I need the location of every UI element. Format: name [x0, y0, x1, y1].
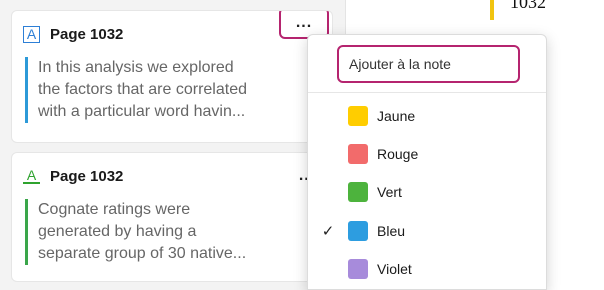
highlight-quote: In this analysis we explored the factors…	[25, 57, 325, 123]
quote-line: In this analysis we explored	[38, 59, 234, 76]
quote-line: separate group of 30 native...	[38, 245, 247, 262]
quote-line: generated by having a	[38, 223, 197, 240]
color-option-yellow[interactable]: Jaune	[308, 98, 548, 134]
card-title: Page 1032	[50, 25, 124, 43]
color-option-red[interactable]: Rouge	[308, 136, 548, 172]
quote-line: the factors that are correlated	[38, 81, 247, 98]
blue-swatch-icon	[348, 221, 368, 241]
quote-line: Cognate ratings were	[38, 201, 191, 218]
document-highlight-mark	[490, 0, 494, 20]
annotation-card[interactable]: A Page 1032 ... In this analysis we expl…	[11, 10, 333, 143]
menu-separator	[308, 92, 546, 93]
highlight-boxed-a-icon: A	[23, 25, 40, 43]
yellow-swatch-icon	[348, 106, 368, 126]
color-option-blue[interactable]: ✓ Bleu	[308, 213, 548, 249]
quote-line: with a particular word havin...	[38, 103, 246, 120]
card-header: A Page 1032	[23, 165, 123, 187]
red-swatch-icon	[348, 144, 368, 164]
color-option-purple[interactable]: Violet	[308, 251, 548, 287]
color-label: Violet	[377, 261, 412, 277]
purple-swatch-icon	[348, 259, 368, 279]
card-header: A Page 1032	[23, 23, 123, 45]
color-option-green[interactable]: Vert	[308, 174, 548, 210]
annotation-card[interactable]: A Page 1032 ... Cognate ratings were gen…	[11, 152, 333, 282]
card-title: Page 1032	[50, 167, 124, 185]
color-label: Bleu	[377, 223, 406, 239]
add-to-note-button[interactable]: Ajouter à la note	[337, 45, 520, 83]
annotation-context-menu: Ajouter à la note Jaune Rouge Vert ✓ Ble…	[307, 34, 547, 290]
color-label: Jaune	[377, 108, 416, 124]
green-swatch-icon	[348, 182, 368, 202]
underline-a-icon: A	[23, 167, 40, 184]
highlight-quote: Cognate ratings were generated by having…	[25, 199, 325, 265]
document-page-text: 1032	[510, 0, 546, 12]
color-label: Rouge	[377, 146, 419, 162]
checkmark-icon: ✓	[321, 223, 335, 240]
color-label: Vert	[377, 184, 402, 200]
